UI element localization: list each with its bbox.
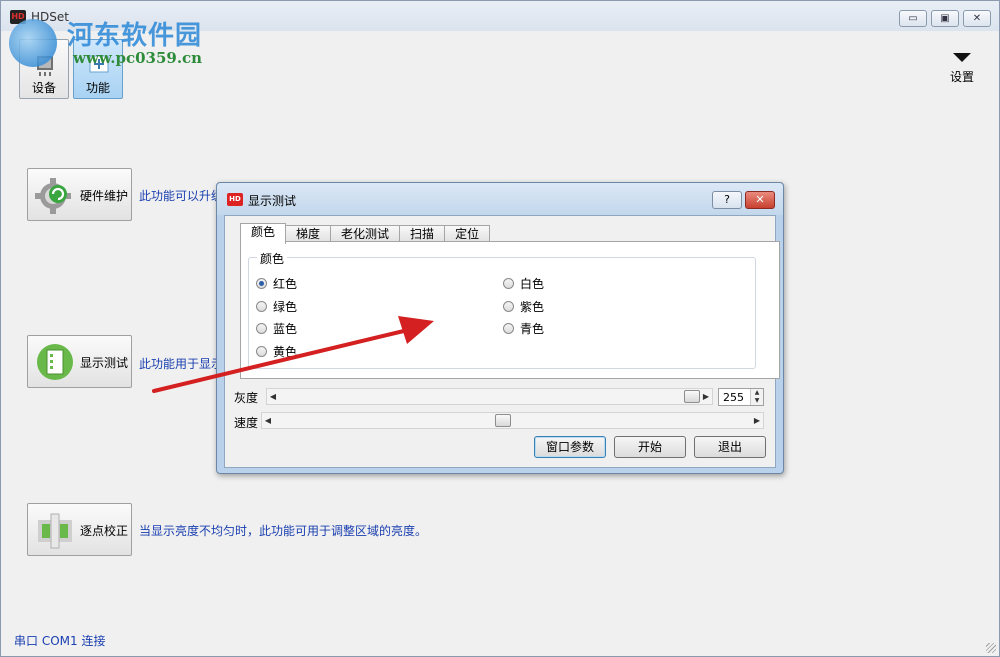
display-test-dialog: HD 显示测试 ? ✕ 颜色 梯度 老化测试 扫描 定位 颜色 红色 绿色 蓝色…: [216, 182, 784, 474]
close-button[interactable]: ✕: [963, 10, 991, 27]
gray-value: 255: [723, 391, 744, 404]
radio-label: 绿色: [273, 300, 298, 314]
watermark: 河东软件园 www.pc0359.cn: [9, 13, 219, 73]
radio-indicator: [256, 323, 267, 334]
watermark-logo-icon: [9, 19, 57, 67]
dialog-title-bar: HD 显示测试 ? ✕: [217, 183, 783, 215]
feature-label: 逐点校正: [80, 524, 129, 538]
radio-white[interactable]: 白色: [503, 275, 544, 292]
gray-slider-thumb[interactable]: [684, 390, 700, 403]
radio-indicator: [256, 301, 267, 312]
radio-indicator: [256, 278, 267, 289]
display-test-button[interactable]: 显示测试: [27, 335, 132, 388]
scroll-right-icon[interactable]: ▶: [751, 413, 763, 428]
dialog-tabs: 颜色 梯度 老化测试 扫描 定位: [240, 223, 491, 244]
dialog-title: 显示测试: [248, 194, 297, 208]
speed-label: 速度: [234, 416, 259, 430]
exit-button[interactable]: 退出: [694, 436, 766, 458]
speed-slider[interactable]: ◀ ▶: [261, 412, 764, 429]
speed-slider-thumb[interactable]: [495, 414, 511, 427]
start-button[interactable]: 开始: [614, 436, 686, 458]
radio-indicator: [256, 346, 267, 357]
help-button[interactable]: ?: [712, 191, 742, 209]
scroll-right-icon[interactable]: ▶: [700, 389, 712, 404]
color-groupbox: 颜色 红色 绿色 蓝色 黄色 白色 紫色 青色: [248, 250, 756, 369]
group-title: 颜色: [257, 250, 288, 267]
status-bar-text: 串口 COM1 连接: [14, 634, 106, 648]
scroll-left-icon[interactable]: ◀: [262, 413, 274, 428]
color-tab-panel: 颜色 红色 绿色 蓝色 黄色 白色 紫色 青色: [240, 241, 780, 379]
radio-yellow[interactable]: 黄色: [256, 343, 297, 360]
gear-refresh-icon: [35, 178, 71, 214]
scroll-left-icon[interactable]: ◀: [267, 389, 279, 404]
radio-label: 紫色: [520, 300, 545, 314]
settings-button[interactable]: 设置: [947, 53, 977, 89]
hardware-maintenance-desc: 此功能可以升级: [139, 189, 224, 203]
triangle-down-icon: [953, 53, 971, 62]
radio-label: 蓝色: [273, 322, 298, 336]
radio-indicator: [503, 278, 514, 289]
nav-tab-label: 设备: [31, 81, 56, 95]
spin-arrows-icon[interactable]: ▲ ▼: [750, 389, 763, 405]
radio-label: 红色: [273, 277, 298, 291]
watermark-site-name: 河东软件园: [67, 21, 203, 51]
tab-color[interactable]: 颜色: [240, 223, 287, 244]
radio-cyan[interactable]: 青色: [503, 320, 544, 337]
nav-tab-label: 功能: [85, 81, 110, 95]
display-test-icon: [37, 344, 73, 380]
gray-value-spinbox[interactable]: 255 ▲ ▼: [718, 388, 764, 406]
watermark-url: www.pc0359.cn: [73, 49, 203, 67]
pixel-correction-icon: [38, 513, 72, 549]
gray-slider[interactable]: ◀ ▶: [266, 388, 713, 405]
dialog-close-button[interactable]: ✕: [745, 191, 775, 209]
maximize-button[interactable]: ▣: [931, 10, 959, 27]
feature-label: 硬件维护: [80, 189, 129, 203]
radio-red[interactable]: 红色: [256, 275, 297, 292]
radio-blue[interactable]: 蓝色: [256, 320, 297, 337]
radio-label: 青色: [520, 322, 545, 336]
radio-indicator: [503, 301, 514, 312]
dialog-logo-icon: HD: [227, 193, 243, 206]
gray-label: 灰度: [234, 391, 259, 405]
resize-grip[interactable]: [986, 643, 996, 653]
display-test-desc: 此功能用于显示: [139, 357, 224, 371]
radio-indicator: [503, 323, 514, 334]
feature-label: 显示测试: [80, 356, 129, 370]
pixel-correction-desc: 当显示亮度不均匀时，此功能可用于调整区域的亮度。: [139, 524, 428, 538]
settings-label: 设置: [949, 70, 974, 84]
minimize-button[interactable]: ▭: [899, 10, 927, 27]
radio-green[interactable]: 绿色: [256, 298, 297, 315]
pixel-correction-button[interactable]: 逐点校正: [27, 503, 132, 556]
radio-label: 黄色: [273, 345, 298, 359]
hardware-maintenance-button[interactable]: 硬件维护: [27, 168, 132, 221]
radio-purple[interactable]: 紫色: [503, 298, 544, 315]
radio-label: 白色: [520, 277, 545, 291]
window-controls: ▭ ▣ ✕: [899, 10, 991, 27]
window-params-button[interactable]: 窗口参数: [534, 436, 606, 458]
